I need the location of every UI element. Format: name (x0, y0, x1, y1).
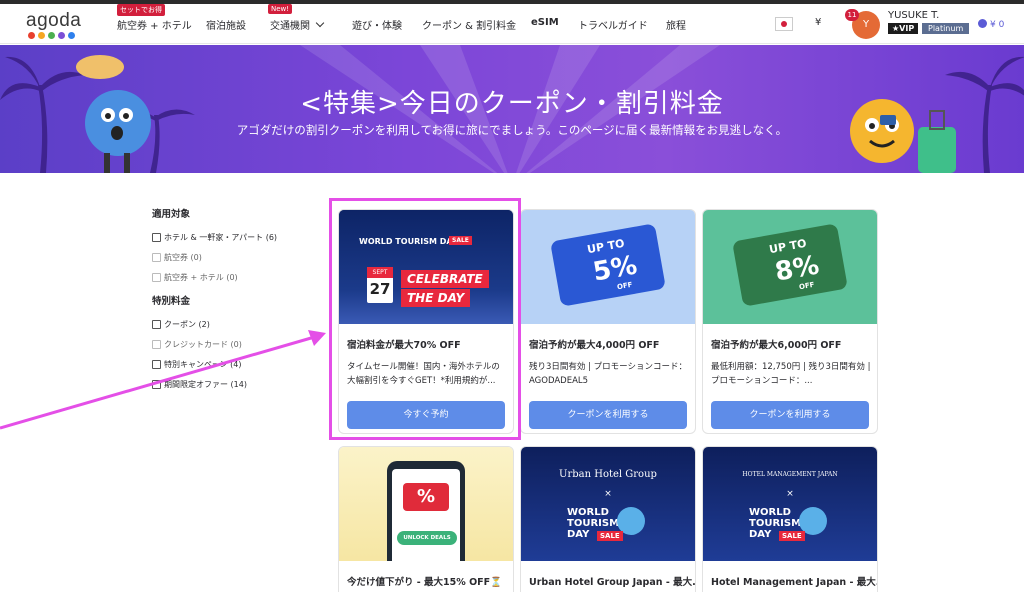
filter-label: 航空券 + ホテル (0) (164, 272, 238, 282)
filter-label: ホテル & 一軒家・アパート (6) (164, 232, 278, 242)
nav-transport-label: 交通機関 (270, 21, 310, 32)
wallet-icon (978, 19, 987, 28)
brand-name: Urban Hotel Group (559, 469, 657, 480)
tourism-text: TOURISM (567, 518, 620, 529)
unlock-deals-pill: UNLOCK DEALS (397, 531, 457, 545)
use-coupon-button[interactable]: クーポンを利用する (711, 401, 869, 429)
filter-label: 航空券 (0) (164, 252, 202, 262)
hero-banner: <特集>今日のクーポン・割引料金 アゴダだけの割引クーポンを利用してお得に旅にで… (0, 45, 1024, 173)
highlight-box (329, 198, 521, 440)
deal-title: Hotel Management Japan - 最大... (711, 577, 878, 588)
tourism-text: TOURISM (749, 518, 802, 529)
filter-flight: 航空券 (0) (152, 247, 322, 267)
deal-image: % UNLOCK DEALS (339, 447, 513, 561)
set-deal-badge: セットでお得 (117, 4, 165, 16)
japan-flag-icon[interactable] (775, 17, 793, 31)
hero-title: <特集>今日のクーポン・割引料金 (300, 89, 724, 119)
deal-title: 今だけ値下がり - 最大15% OFF⏳ (347, 577, 502, 588)
discount-tag-icon: % (403, 483, 449, 511)
deal-image: Urban Hotel Group × WORLD TOURISM DAY SA… (521, 447, 695, 561)
cross-symbol: × (604, 489, 612, 499)
vip-badge: ★VIP (888, 23, 919, 34)
world-text: WORLD (567, 507, 609, 518)
cross-symbol: × (786, 489, 794, 499)
nav-flight-hotel[interactable]: 航空券 + ホテル (117, 17, 192, 32)
header: agoda セットでお得 航空券 + ホテル 宿泊施設 New! 交通機関 遊び… (0, 4, 1024, 44)
filter-hotel[interactable]: ホテル & 一軒家・アパート (6) (152, 227, 322, 247)
deal-title: 宿泊予約が最大4,000円 OFF (529, 340, 660, 351)
wallet-amount: ¥ 0 (990, 20, 1005, 30)
annotation-arrow-icon (0, 330, 326, 430)
main-nav: セットでお得 航空券 + ホテル 宿泊施設 New! 交通機関 遊び・体験 クー… (0, 4, 700, 44)
nav-esim[interactable]: eSIM (531, 17, 559, 28)
brand-name: HOTEL MANAGEMENT JAPAN (742, 471, 838, 478)
deal-card-coupon-8[interactable]: UP TO 8% OFF 宿泊予約が最大6,000円 OFF 最低利用額：12,… (702, 209, 878, 434)
nav-transport[interactable]: 交通機関 (270, 17, 325, 32)
chevron-down-icon (315, 18, 325, 28)
notification-count: 11 (845, 9, 859, 21)
hero-subtitle: アゴダだけの割引クーポンを利用してお得に旅にでましょう。このページに届く最新情報… (236, 123, 788, 137)
sale-badge: SALE (779, 531, 805, 541)
deal-card-urban-hotel[interactable]: Urban Hotel Group × WORLD TOURISM DAY SA… (520, 446, 696, 592)
deal-card-coupon-5[interactable]: UP TO 5% OFF 宿泊予約が最大4,000円 OFF 残り3日間有効 |… (520, 209, 696, 434)
nav-itinerary[interactable]: 旅程 (666, 17, 686, 32)
currency-selector[interactable]: ¥ (815, 17, 821, 28)
username[interactable]: YUSUKE T. (888, 10, 939, 21)
sale-badge: SALE (597, 531, 623, 541)
deal-image: HOTEL MANAGEMENT JAPAN × WORLD TOURISM D… (703, 447, 877, 561)
checkbox (152, 272, 161, 282)
phone-icon (387, 461, 465, 561)
deal-image: UP TO 5% OFF (521, 210, 695, 324)
nav-activities[interactable]: 遊び・体験 (352, 17, 402, 32)
nav-accommodation[interactable]: 宿泊施設 (206, 17, 246, 32)
new-badge: New! (268, 4, 293, 14)
deal-title: Urban Hotel Group Japan - 最大... (529, 577, 696, 588)
day-text: DAY (567, 529, 590, 540)
deal-card-hotel-management[interactable]: HOTEL MANAGEMENT JAPAN × WORLD TOURISM D… (702, 446, 878, 592)
deal-image: UP TO 8% OFF (703, 210, 877, 324)
filter-title: 適用対象 (152, 209, 191, 220)
deal-description: 最低利用額：12,750円 | 残り3日間有効 | プロモーションコード：... (711, 362, 871, 386)
day-text: DAY (749, 529, 772, 540)
deal-card-price-drop[interactable]: % UNLOCK DEALS 今だけ値下がり - 最大15% OFF⏳ (338, 446, 514, 592)
nav-travel-guide[interactable]: トラベルガイド (578, 17, 648, 32)
filter-title: 特別料金 (152, 296, 191, 307)
wallet-balance[interactable]: ¥ 0 (978, 18, 1004, 30)
checkbox (152, 252, 161, 262)
filter-group-applicable: 適用対象 ホテル & 一軒家・アパート (6) 航空券 (0) 航空券 + ホテ… (152, 206, 322, 287)
checkbox[interactable] (152, 232, 161, 242)
world-text: WORLD (749, 507, 791, 518)
deal-description: 残り3日間有効 | プロモーションコード：AGODADEAL5 (529, 362, 688, 386)
nav-coupons[interactable]: クーポン & 割引料金 (422, 17, 516, 32)
tier-badge: Platinum (922, 23, 970, 34)
filter-flight-hotel: 航空券 + ホテル (0) (152, 267, 322, 287)
deal-title: 宿泊予約が最大6,000円 OFF (711, 340, 842, 351)
use-coupon-button[interactable]: クーポンを利用する (529, 401, 687, 429)
